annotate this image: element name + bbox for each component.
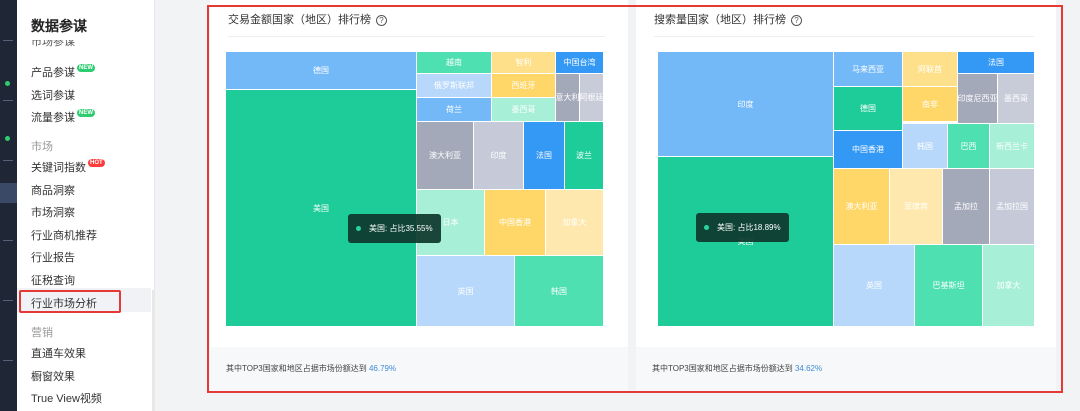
rail-icon[interactable] [3,40,13,41]
sidebar-group-market: 市场 [31,141,53,153]
rail-icon[interactable] [3,160,13,161]
rail-icon[interactable] [3,100,13,101]
sidebar-item-report[interactable]: 行业报告 [31,249,75,265]
new-badge: NEW [77,109,95,117]
app-root: 数据参谋 市场参谋 产品参谋 NEW 选词参谋 流量参谋 NEW 市场 关键词指数 H… [0,0,1080,411]
sidebar-item-label: 关键词指数 [31,162,86,174]
new-badge: NEW [77,64,95,72]
annotation-red-frame [207,5,1063,393]
sidebar-item-showcase[interactable]: 橱窗效果 [31,368,75,384]
sidebar-item-label: 产品参谋 [31,67,75,79]
rail-icon[interactable] [3,300,13,301]
sidebar-item-tax[interactable]: 征税查询 [31,272,75,288]
sidebar-item-keyword-select[interactable]: 选词参谋 [31,87,75,103]
sidebar-group-marketing: 营销 [31,327,53,339]
sidebar-item-opportunity[interactable]: 行业商机推荐 [31,227,97,243]
sidebar-item-product[interactable]: 产品参谋 NEW [31,64,95,80]
sidebar-item-label: 流量参谋 [31,112,75,124]
annotation-red-box [19,290,121,313]
sidebar-item-trueview[interactable]: True View视频 [31,390,102,406]
sidebar-item-cut[interactable]: 市场参谋 [31,40,75,49]
sidebar-item-product-insight[interactable]: 商品洞察 [31,182,75,198]
sidebar-title: 数据参谋 [31,18,87,34]
app-rail [0,0,17,411]
sidebar: 数据参谋 市场参谋 产品参谋 NEW 选词参谋 流量参谋 NEW 市场 关键词指数 H… [17,0,155,411]
rail-status-dot [5,81,10,86]
sidebar-item-market-insight[interactable]: 市场洞察 [31,204,75,220]
sidebar-item-label: 选词参谋 [31,90,75,102]
rail-icon[interactable] [3,360,13,361]
hot-badge: HOT [88,159,105,167]
rail-selected-item[interactable] [0,183,17,203]
sidebar-item-ads[interactable]: 直通车效果 [31,345,86,361]
rail-status-dot [5,136,10,141]
sidebar-scrollbar[interactable] [152,290,155,411]
sidebar-item-keyword-index[interactable]: 关键词指数 HOT [31,159,105,175]
sidebar-item-traffic[interactable]: 流量参谋 NEW [31,109,95,125]
rail-icon[interactable] [3,240,13,241]
